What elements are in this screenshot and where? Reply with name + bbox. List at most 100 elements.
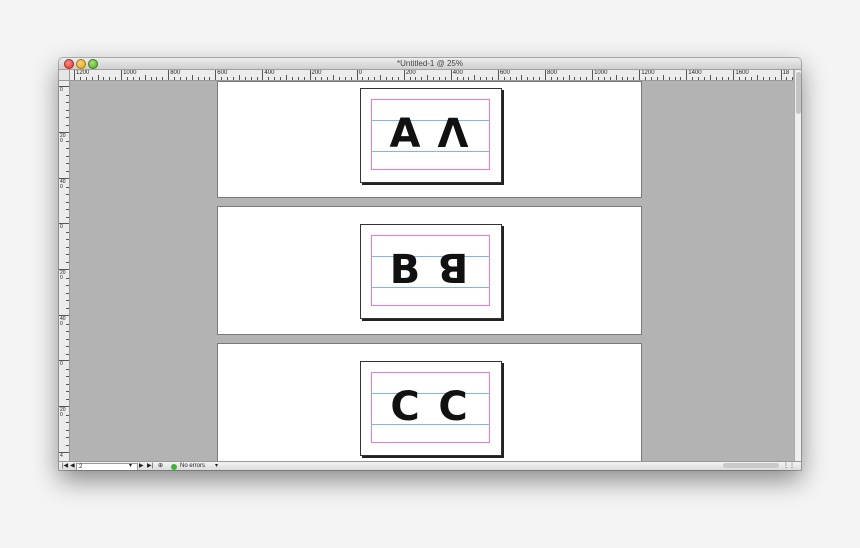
ruler-minor-tick <box>597 77 599 80</box>
ruler-minor-tick <box>150 77 152 80</box>
ruler-minor-tick <box>745 77 747 80</box>
ruler-minor-tick <box>521 75 523 80</box>
ruler-label: 1600 <box>735 70 749 76</box>
ruler-minor-tick <box>66 186 69 188</box>
ruler-minor-tick <box>285 75 287 80</box>
horizontal-ruler[interactable]: 1200 1000 800 600 400 200 0 200 400 600 800 1000 120… <box>70 70 793 81</box>
ruler-minor-tick <box>562 77 564 80</box>
ruler-minor-tick <box>66 262 69 263</box>
ruler-label: 200 <box>60 407 66 418</box>
ruler-minor-tick <box>66 163 69 165</box>
page-1[interactable]: A Λ <box>217 81 642 198</box>
preflight-menu-chevron-icon[interactable]: ▾ <box>215 462 218 470</box>
ruler-minor-tick <box>727 77 729 80</box>
ruler-label: 200 <box>60 270 66 281</box>
document-canvas[interactable]: A Λ B ꓭ C C <box>70 81 793 461</box>
horizontal-scroll-thumb[interactable] <box>723 463 779 468</box>
ruler-origin-box[interactable] <box>59 70 70 81</box>
first-page-icon[interactable]: |◀ <box>62 462 68 470</box>
ruler-major-tick <box>309 70 311 80</box>
ruler-minor-tick <box>344 77 346 80</box>
last-page-icon[interactable]: ▶| <box>147 462 153 470</box>
vertical-ruler[interactable]: 0 200 400 0 200 400 0 200 4 <box>59 81 70 461</box>
ruler-minor-tick <box>66 285 69 287</box>
ruler-minor-tick <box>580 77 582 80</box>
ruler-label: 1000 <box>123 70 137 76</box>
glyph-original[interactable]: A <box>385 111 425 157</box>
glyph-variant[interactable]: C <box>433 384 473 430</box>
ruler-minor-tick <box>380 75 382 80</box>
resize-grip-icon[interactable]: ⋮⋮ <box>783 462 795 470</box>
ruler-minor-tick <box>362 77 364 80</box>
glyph-variant[interactable]: ꓭ <box>433 247 473 293</box>
ruler-minor-tick <box>244 77 246 80</box>
glyph-variant[interactable]: Λ <box>433 111 473 157</box>
preflight-status-text[interactable]: No errors <box>180 462 205 470</box>
ruler-major-tick <box>403 70 405 80</box>
ruler-minor-tick <box>79 77 81 80</box>
ruler-minor-tick <box>115 77 117 80</box>
ruler-minor-tick <box>627 77 629 80</box>
title-bar[interactable]: *Untitled-1 @ 25% <box>59 58 801 70</box>
vertical-scrollbar[interactable] <box>794 70 801 461</box>
ruler-minor-tick <box>703 77 705 80</box>
ruler-minor-tick <box>527 77 529 80</box>
page-2[interactable]: B ꓭ <box>217 206 642 335</box>
ruler-minor-tick <box>692 77 694 80</box>
ruler-minor-tick <box>144 75 146 80</box>
ruler-minor-tick <box>474 75 476 80</box>
ruler-minor-tick <box>66 246 69 248</box>
ruler-minor-tick <box>66 140 69 142</box>
ruler-label: 800 <box>547 70 558 76</box>
ruler-major-tick <box>74 70 75 80</box>
preflight-settings-icon[interactable]: ⊕ <box>158 462 163 470</box>
ruler-minor-tick <box>333 75 335 80</box>
ruler-minor-tick <box>433 77 435 80</box>
ruler-minor-tick <box>550 77 552 80</box>
ruler-minor-tick <box>786 77 788 80</box>
ruler-label: 800 <box>170 70 181 76</box>
ruler-minor-tick <box>468 77 470 80</box>
ruler-minor-tick <box>185 77 187 80</box>
ruler-label: 200 <box>60 133 66 144</box>
ruler-minor-tick <box>656 77 658 80</box>
ruler-minor-tick <box>280 77 282 80</box>
ruler-minor-tick <box>539 77 541 80</box>
ruler-label: 1000 <box>594 70 608 76</box>
artboard-3[interactable]: C C <box>360 361 502 456</box>
page-3[interactable]: C C <box>217 343 642 461</box>
ruler-minor-tick <box>674 77 676 80</box>
ruler-label: 4 <box>60 453 63 459</box>
ruler-major-tick <box>168 70 170 80</box>
ruler-minor-tick <box>574 77 576 80</box>
ruler-minor-tick <box>368 77 370 80</box>
ruler-minor-tick <box>444 77 446 80</box>
ruler-minor-tick <box>615 75 617 80</box>
ruler-minor-tick <box>66 422 69 424</box>
glyph-original[interactable]: C <box>385 384 425 430</box>
next-page-icon[interactable]: ▶ <box>139 462 144 470</box>
ruler-minor-tick <box>66 155 69 157</box>
vertical-scroll-thumb[interactable] <box>796 72 801 114</box>
ruler-minor-tick <box>480 77 482 80</box>
ruler-minor-tick <box>492 77 493 80</box>
ruler-minor-tick <box>66 346 69 348</box>
ruler-minor-tick <box>66 231 69 233</box>
artboard-1[interactable]: A Λ <box>360 88 502 183</box>
ruler-label: 200 <box>405 70 416 76</box>
ruler-minor-tick <box>645 77 647 80</box>
chevron-down-icon[interactable]: ▾ <box>129 462 132 470</box>
ruler-minor-tick <box>66 109 69 111</box>
ruler-major-tick <box>497 70 499 80</box>
ruler-major-tick <box>450 70 452 80</box>
ruler-minor-tick <box>509 77 511 80</box>
glyph-original[interactable]: B <box>385 247 425 293</box>
artboard-2[interactable]: B ꓭ <box>360 224 502 319</box>
ruler-minor-tick <box>91 77 93 80</box>
previous-page-icon[interactable]: ◀ <box>70 462 75 470</box>
ruler-minor-tick <box>203 77 205 80</box>
ruler-minor-tick <box>66 338 69 340</box>
ruler-label: 1200 <box>641 70 655 76</box>
ruler-minor-tick <box>162 77 164 80</box>
ruler-minor-tick <box>515 77 517 80</box>
